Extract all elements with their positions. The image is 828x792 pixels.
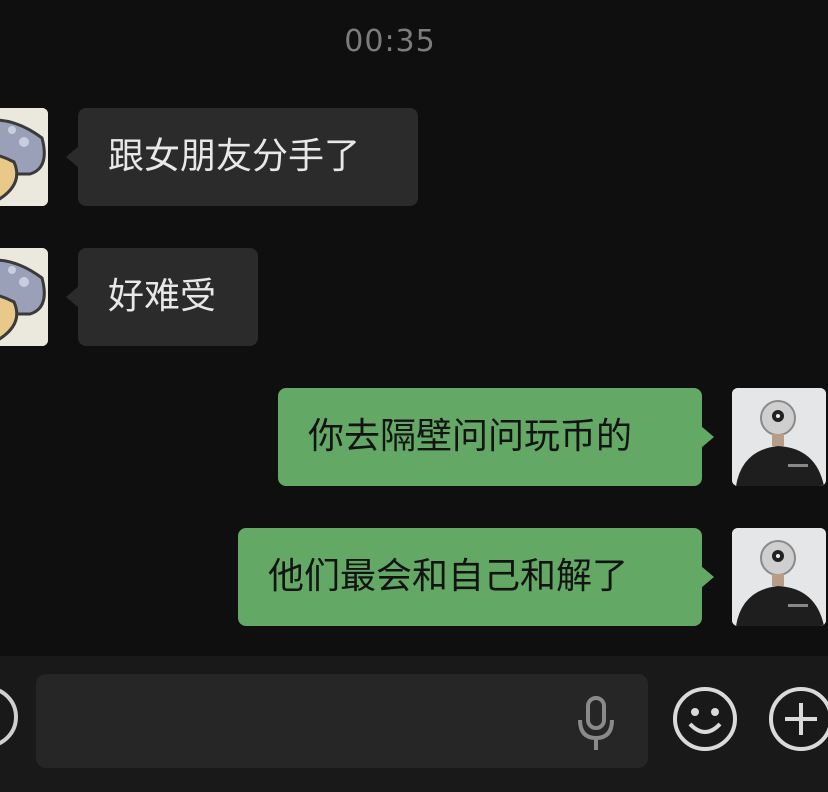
message-text: 好难受: [108, 276, 217, 317]
outgoing-message-bubble[interactable]: 他们最会和自己和解了: [238, 528, 714, 626]
person-photo-avatar-icon: [732, 528, 826, 626]
contact-avatar[interactable]: [0, 108, 48, 206]
incoming-message-bubble[interactable]: 跟女朋友分手了: [66, 108, 418, 206]
mic-icon[interactable]: [576, 696, 616, 752]
plus-icon[interactable]: [768, 686, 828, 752]
user-avatar[interactable]: [732, 388, 826, 486]
message-input[interactable]: [36, 674, 648, 768]
contact-avatar[interactable]: [0, 248, 48, 346]
user-avatar[interactable]: [732, 528, 826, 626]
incoming-message-bubble[interactable]: 好难受: [66, 248, 258, 346]
message-timestamp: 00:35: [344, 24, 436, 59]
outgoing-message-bubble[interactable]: 你去隔壁问问玩币的: [278, 388, 714, 486]
message-text: 你去隔壁问问玩币的: [308, 416, 633, 457]
chat-screen: 00:35 跟女朋友分手了 好难受 你去隔壁问问玩币的 他们最会和自己和解了: [0, 0, 828, 792]
message-text: 他们最会和自己和解了: [268, 556, 629, 597]
emoji-icon[interactable]: [672, 686, 738, 752]
cartoon-avatar-icon: [0, 108, 48, 206]
person-photo-avatar-icon: [732, 388, 826, 486]
message-text: 跟女朋友分手了: [108, 136, 361, 177]
cartoon-avatar-icon: [0, 248, 48, 346]
